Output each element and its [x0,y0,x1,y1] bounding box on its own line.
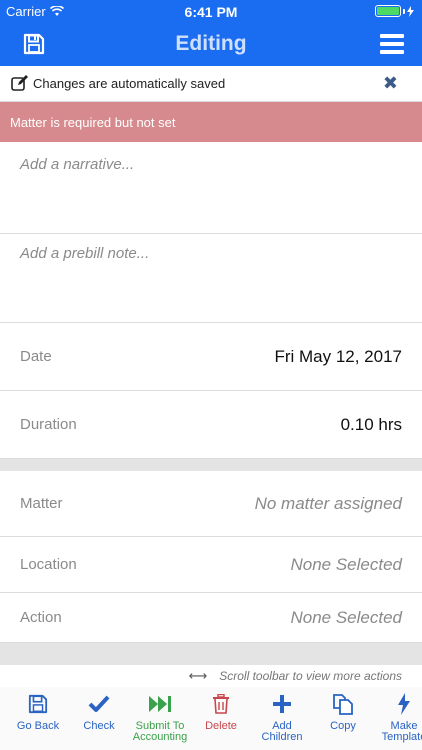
duration-row[interactable]: Duration 0.10 hrs [0,391,422,459]
matter-value: No matter assigned [254,493,402,513]
location-label: Location [20,556,77,573]
check-label: Check [83,720,115,732]
check-button[interactable]: Check [68,693,130,732]
go-back-label: Go Back [16,720,60,732]
clock: 6:41 PM [184,4,238,20]
menu-button[interactable] [378,32,406,56]
plus-icon [273,695,291,713]
make-template-button[interactable]: Make Template [373,693,422,743]
action-toolbar[interactable]: Go Back Check Submit To Accounting Delet… [0,687,422,750]
battery-indicator [375,5,414,17]
error-banner: Matter is required but not set [0,102,422,142]
autosave-notice: Changes are automatically saved ✖ [0,66,422,102]
section-divider [0,459,422,471]
prebill-note-field[interactable]: Add a prebill note... [0,235,422,323]
copy-button[interactable]: Copy [312,693,374,732]
date-value: Fri May 12, 2017 [274,346,402,366]
autosave-text: Changes are automatically saved [33,76,226,91]
scroll-hint-text: Scroll toolbar to view more actions [219,669,402,683]
action-label: Action [20,609,62,626]
narrative-field[interactable]: Add a narrative... [0,146,422,234]
delete-button[interactable]: Delete [190,693,252,732]
submit-to-accounting-button[interactable]: Submit To Accounting [129,693,191,743]
copy-icon [333,694,353,715]
charging-icon [407,5,414,17]
duration-value: 0.10 hrs [340,414,402,434]
battery-level [377,7,399,15]
scroll-hint: ⟷ Scroll toolbar to view more actions [0,667,422,685]
trash-icon [213,694,229,714]
status-bar: Carrier 6:41 PM [0,0,422,22]
narrative-placeholder: Add a narrative... [20,156,135,173]
hamburger-menu-icon [380,34,404,38]
location-value: None Selected [290,554,402,574]
date-row[interactable]: Date Fri May 12, 2017 [0,323,422,391]
edit-icon [10,75,28,93]
copy-label: Copy [330,720,356,732]
add-children-button[interactable]: Add Children [251,693,313,743]
add-children-label: Add Children [261,720,303,743]
horizontal-arrows-icon: ⟷ [188,668,208,683]
prebill-placeholder: Add a prebill note... [20,245,150,262]
error-message: Matter is required but not set [10,114,176,130]
delete-label: Delete [205,720,237,732]
section-divider [0,643,422,665]
fast-forward-icon [149,696,171,712]
location-row[interactable]: Location None Selected [0,537,422,593]
make-template-label: Make Template [381,720,422,743]
matter-label: Matter [20,495,63,512]
close-icon[interactable]: ✖ [383,74,398,92]
go-back-button[interactable]: Go Back [7,693,69,732]
nav-bar: Editing [0,22,422,66]
matter-row[interactable]: Matter No matter assigned [0,471,422,537]
action-value: None Selected [290,607,402,627]
page-title: Editing [175,32,247,55]
checkmark-icon [88,695,110,712]
submit-to-accounting-label: Submit To Accounting [132,720,188,743]
battery-icon [375,5,401,17]
duration-label: Duration [20,416,77,433]
floppy-disk-icon [28,694,48,714]
date-label: Date [20,348,52,365]
lightning-icon [398,693,410,715]
action-row[interactable]: Action None Selected [0,593,422,643]
